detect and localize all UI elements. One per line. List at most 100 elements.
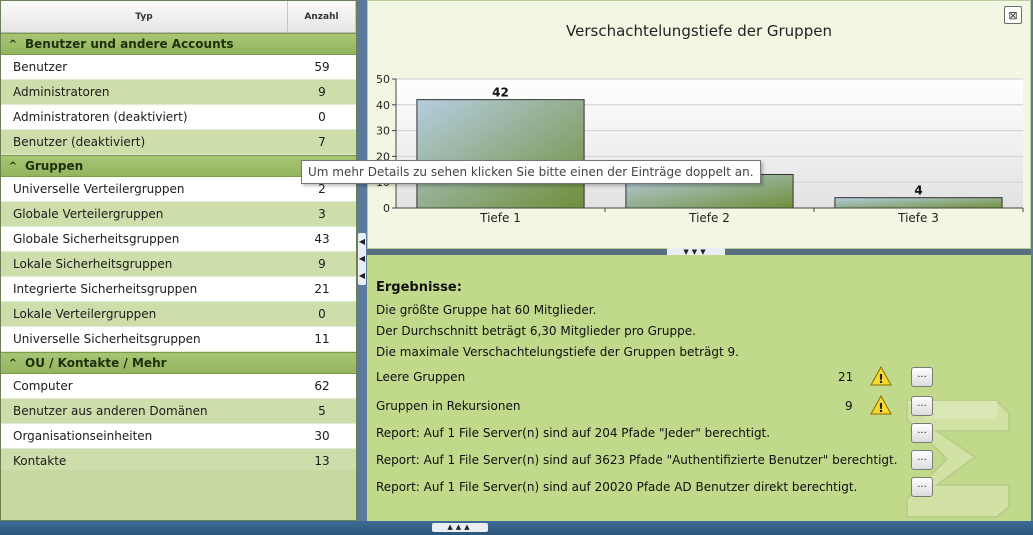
results-line: Der Durchschnitt beträgt 6,30 Mitglieder… [376, 324, 696, 338]
results-panel: Ergebnisse: Die größte Gruppe hat 60 Mit… [367, 255, 1031, 521]
chart-panel: 42134 01020304050Tiefe 1Tiefe 2Tiefe 3 V… [367, 0, 1031, 249]
x-tick-label: Tiefe 1 [479, 211, 521, 225]
row-name: Benutzer [13, 60, 68, 74]
row-count: 0 [318, 110, 326, 124]
table-row[interactable]: Benutzer aus anderen Domänen 5 [1, 399, 356, 424]
collapse-icon[interactable]: ^ [1, 161, 25, 172]
table-row[interactable]: Computer 62 [1, 374, 356, 399]
x-tick-label: Tiefe 3 [897, 211, 939, 225]
group-header-ou[interactable]: ^ OU / Kontakte / Mehr [1, 352, 356, 374]
row-count: 5 [318, 404, 326, 418]
results-line: Die größte Gruppe hat 60 Mitglieder. [376, 303, 597, 317]
row-name: Globale Verteilergruppen [13, 207, 164, 221]
result-item[interactable]: Report: Auf 1 File Server(n) sind auf 36… [376, 448, 936, 472]
row-name: Benutzer aus anderen Domänen [13, 404, 208, 418]
result-item[interactable]: Report: Auf 1 File Server(n) sind auf 20… [376, 421, 936, 445]
splitter-grip[interactable]: ◀ ◀ ◀ [358, 233, 366, 285]
row-name: Computer [13, 379, 73, 393]
warning-icon: ! [870, 366, 892, 386]
result-count: 21 [838, 370, 854, 384]
bottom-splitter[interactable]: ▲▲▲ [0, 521, 1033, 535]
y-tick-label: 50 [376, 73, 390, 86]
table-header: Typ Anzahl [1, 1, 356, 33]
details-button[interactable]: ... [911, 450, 933, 470]
collapse-icon[interactable]: ^ [1, 358, 25, 369]
details-button[interactable]: ... [911, 477, 933, 497]
bar-value-label: 42 [492, 86, 509, 100]
row-count: 21 [314, 282, 330, 296]
row-count: 7 [318, 135, 326, 149]
summary-table: Typ Anzahl ^ Benutzer und andere Account… [0, 0, 357, 521]
vertical-splitter[interactable]: ◀ ◀ ◀ [357, 0, 367, 521]
row-count: 11 [314, 332, 330, 346]
svg-text:!: ! [878, 401, 883, 415]
details-button[interactable]: ... [911, 423, 933, 443]
row-name: Administratoren (deaktiviert) [13, 110, 188, 124]
column-header-anzahl[interactable]: Anzahl [288, 1, 356, 32]
table-row[interactable]: Administratoren 9 [1, 80, 356, 105]
chart-title: Verschachtelungstiefe der Gruppen [566, 22, 832, 40]
row-count: 13 [314, 454, 330, 468]
result-count: 9 [845, 399, 853, 413]
row-name: Kontakte [13, 454, 67, 468]
collapse-icon[interactable]: ^ [1, 39, 25, 50]
row-count: 3 [318, 207, 326, 221]
x-tick-label: Tiefe 2 [688, 211, 730, 225]
row-count: 59 [314, 60, 330, 74]
row-name: Integrierte Sicherheitsgruppen [13, 282, 198, 296]
row-name: Administratoren [13, 85, 110, 99]
table-row[interactable]: Administratoren (deaktiviert) 0 [1, 105, 356, 130]
results-title: Ergebnisse: [376, 280, 462, 295]
y-tick-label: 40 [376, 99, 390, 112]
expand-button[interactable]: ⊠ [1004, 6, 1022, 24]
splitter-grip[interactable]: ▲▲▲ [432, 523, 488, 532]
row-name: Lokale Verteilergruppen [13, 307, 157, 321]
collapse-left-icon: ◀ [358, 253, 366, 263]
expand-icon: ⊠ [1008, 8, 1018, 22]
table-row[interactable]: Benutzer (deaktiviert) 7 [1, 130, 356, 155]
result-item[interactable]: Report: Auf 1 File Server(n) sind auf 20… [376, 475, 936, 499]
row-count: 9 [318, 257, 326, 271]
group-title: Gruppen [25, 159, 84, 173]
row-count: 30 [314, 429, 330, 443]
table-row[interactable]: Globale Sicherheitsgruppen 43 [1, 227, 356, 252]
row-name: Globale Sicherheitsgruppen [13, 232, 180, 246]
row-name: Universelle Verteilergruppen [13, 182, 185, 196]
bar [834, 197, 1003, 209]
details-button[interactable]: ... [911, 367, 933, 387]
table-row[interactable]: Organisationseinheiten 30 [1, 424, 356, 449]
table-row[interactable]: Lokale Verteilergruppen 0 [1, 302, 356, 327]
row-count: 9 [318, 85, 326, 99]
row-count: 62 [314, 379, 330, 393]
results-line: Die maximale Verschachtelungstiefe der G… [376, 345, 739, 359]
row-count: 0 [318, 307, 326, 321]
group-title: OU / Kontakte / Mehr [25, 356, 167, 370]
y-tick-label: 0 [383, 202, 390, 215]
row-name: Lokale Sicherheitsgruppen [13, 257, 173, 271]
table-empty-area [1, 470, 356, 520]
table-row[interactable]: Universelle Sicherheitsgruppen 11 [1, 327, 356, 352]
row-name: Organisationseinheiten [13, 429, 153, 443]
y-tick-label: 30 [376, 125, 390, 138]
row-name: Benutzer (deaktiviert) [13, 135, 146, 149]
table-row[interactable]: Globale Verteilergruppen 3 [1, 202, 356, 227]
tooltip: Um mehr Details zu sehen klicken Sie bit… [301, 160, 761, 184]
result-label: Report: Auf 1 File Server(n) sind auf 20… [376, 426, 771, 440]
row-count: 2 [318, 182, 326, 196]
column-header-typ[interactable]: Typ [1, 1, 288, 32]
collapse-left-icon: ◀ [358, 271, 366, 281]
warning-icon: ! [870, 395, 892, 415]
result-label: Report: Auf 1 File Server(n) sind auf 20… [376, 480, 858, 494]
svg-text:!: ! [878, 372, 883, 386]
bar-value-label: 4 [914, 184, 922, 198]
details-button[interactable]: ... [911, 396, 933, 416]
table-row[interactable]: Integrierte Sicherheitsgruppen 21 [1, 277, 356, 302]
table-row[interactable]: Lokale Sicherheitsgruppen 9 [1, 252, 356, 277]
group-header-benutzer[interactable]: ^ Benutzer und andere Accounts [1, 33, 356, 55]
bar [416, 99, 585, 209]
collapse-left-icon: ◀ [358, 236, 366, 246]
group-title: Benutzer und andere Accounts [25, 37, 234, 51]
row-count: 43 [314, 232, 330, 246]
result-label: Report: Auf 1 File Server(n) sind auf 36… [376, 453, 898, 467]
table-row[interactable]: Benutzer 59 [1, 55, 356, 80]
